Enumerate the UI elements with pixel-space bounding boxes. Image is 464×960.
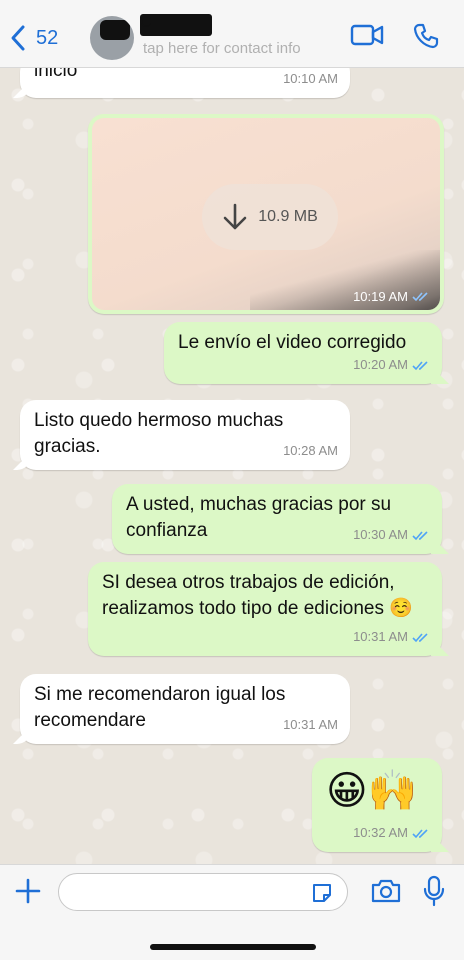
message-time: 10:10 AM <box>283 71 338 86</box>
message-outgoing[interactable]: SI desea otros trabajos de edición, real… <box>88 562 442 656</box>
chat-area[interactable]: inicio 10:10 AM 10.9 MB 10:19 AM Le enví… <box>0 68 464 864</box>
phone-icon[interactable] <box>412 22 440 55</box>
home-indicator[interactable] <box>150 944 316 950</box>
back-button[interactable]: 52 <box>8 22 58 54</box>
microphone-icon[interactable] <box>422 875 446 912</box>
message-text: Listo quedo hermoso muchas gracias. <box>34 410 284 457</box>
message-outgoing[interactable]: A usted, muchas gracias por su confianza… <box>112 484 442 554</box>
read-ticks-icon <box>412 530 428 540</box>
read-ticks-icon <box>412 632 428 642</box>
message-incoming[interactable]: Si me recomendaron igual los recomendare… <box>20 674 350 744</box>
sticker-icon[interactable] <box>310 881 334 910</box>
message-incoming[interactable]: inicio 10:10 AM <box>20 68 350 98</box>
chevron-left-icon <box>11 25 25 51</box>
message-text: Si me recomendaron igual los recomendare <box>34 684 286 731</box>
message-text: Le envío el video corregido <box>178 332 407 353</box>
unread-count: 52 <box>36 26 59 49</box>
message-outgoing[interactable]: 😀🙌 10:32 AM <box>312 758 442 852</box>
video-camera-icon[interactable] <box>350 22 384 53</box>
message-time: 10:20 AM <box>353 352 430 378</box>
message-incoming[interactable]: Listo quedo hermoso muchas gracias. 10:2… <box>20 400 350 470</box>
message-time: 10:31 AM <box>353 624 430 650</box>
message-input[interactable] <box>58 873 348 911</box>
message-outgoing[interactable]: Le envío el video corregido 10:20 AM <box>164 322 442 384</box>
message-time: 10:32 AM <box>353 820 430 846</box>
video-thumbnail: 10.9 MB <box>92 118 440 310</box>
contact-info-hint[interactable]: tap here for contact info <box>143 40 301 57</box>
avatar[interactable] <box>90 16 134 60</box>
message-time: 10:31 AM <box>283 717 338 732</box>
plus-icon[interactable] <box>14 877 42 910</box>
download-button[interactable]: 10.9 MB <box>202 184 338 250</box>
message-text: SI desea otros trabajos de edición, real… <box>102 572 413 619</box>
contact-name[interactable]: C <box>140 14 212 36</box>
message-text: inicio <box>34 68 78 81</box>
read-ticks-icon <box>412 828 428 838</box>
download-arrow-icon <box>223 203 247 230</box>
video-size: 10.9 MB <box>258 208 318 225</box>
message-time: 10:28 AM <box>283 443 338 458</box>
message-emoji: 😀🙌 <box>326 769 418 813</box>
camera-icon[interactable] <box>370 877 402 910</box>
message-time: 10:30 AM <box>353 522 430 548</box>
read-ticks-icon <box>412 360 428 370</box>
read-ticks-icon <box>412 292 428 302</box>
message-time: 10:19 AM <box>353 289 430 304</box>
chat-header: 52 C tap here for contact info <box>0 0 464 68</box>
message-video[interactable]: 10.9 MB 10:19 AM <box>88 114 444 314</box>
